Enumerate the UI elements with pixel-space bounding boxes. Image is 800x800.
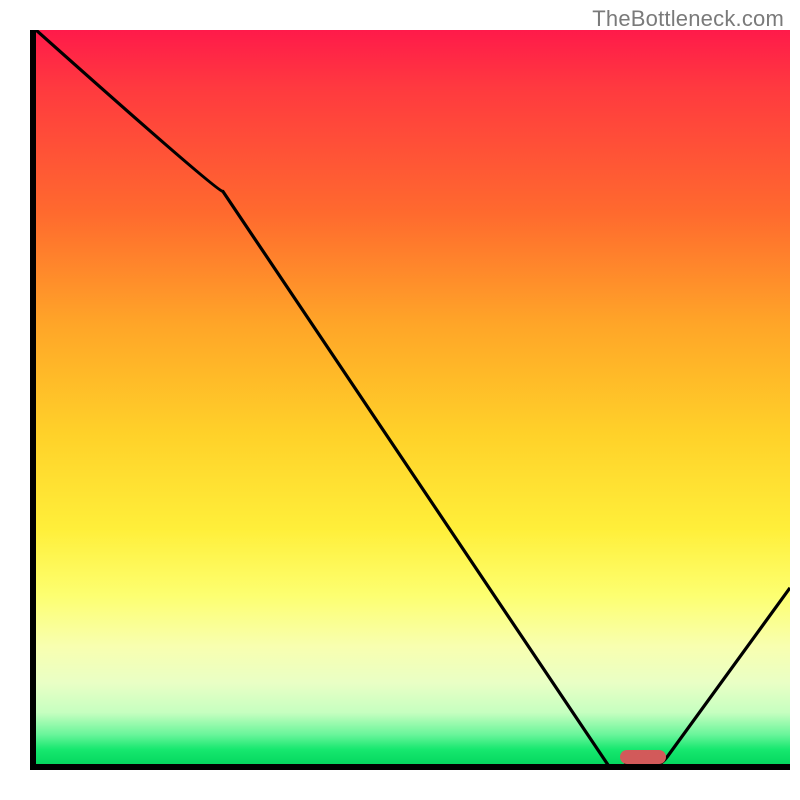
bottleneck-chart: TheBottleneck.com (0, 0, 800, 800)
watermark-label: TheBottleneck.com (592, 6, 784, 32)
bottleneck-curve (36, 30, 790, 764)
plot-area (30, 30, 790, 770)
optimal-range-marker (620, 750, 666, 764)
